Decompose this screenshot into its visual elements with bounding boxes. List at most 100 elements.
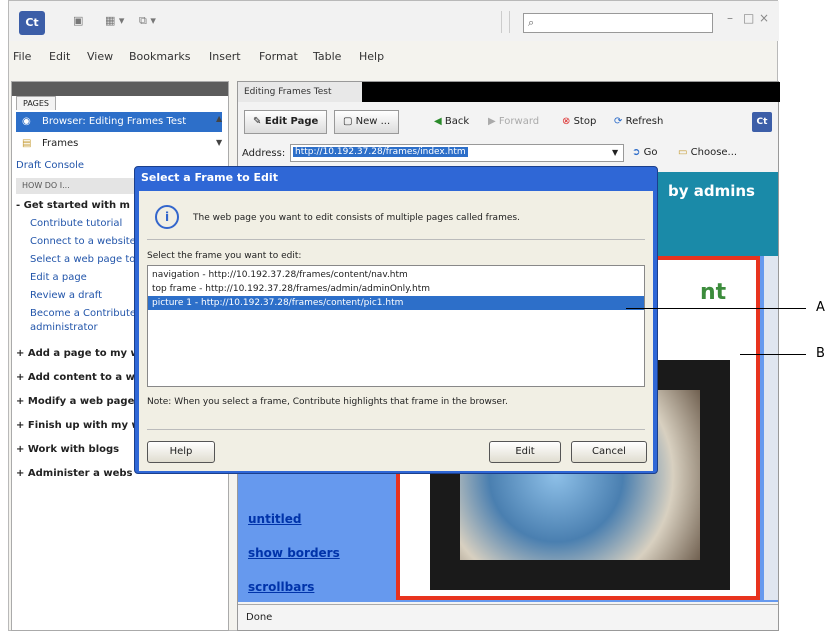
button-label: Choose... [690, 147, 738, 158]
cancel-button[interactable]: Cancel [571, 441, 647, 463]
divider [147, 429, 645, 430]
link-scrollbars[interactable]: scrollbars [248, 580, 314, 594]
frames-icon: ▤ [22, 138, 32, 149]
menu-bar: File Edit View Bookmarks Insert Format T… [9, 45, 779, 69]
section-label: Administer a webs [27, 468, 133, 479]
stop-button[interactable]: ⊗ Stop [562, 116, 596, 127]
page-item-label: Frames [42, 138, 79, 149]
button-label: Back [444, 116, 470, 127]
frame-list-item[interactable]: picture 1 - http://10.192.37.28/frames/c… [148, 296, 644, 310]
address-bar: Address: http://10.192.37.28/frames/inde… [238, 140, 780, 166]
info-icon: i [155, 205, 179, 229]
forward-button[interactable]: ▶ Forward [488, 116, 539, 127]
frame-list[interactable]: navigation - http://10.192.37.28/frames/… [147, 265, 645, 387]
callout-label-a: A [816, 300, 825, 315]
section-label: Finish up with my w [27, 420, 141, 431]
callout-line-b [740, 354, 806, 355]
dialog-message: The web page you want to edit consists o… [193, 213, 520, 223]
help-link[interactable]: Edit a page [30, 272, 87, 283]
frame-list-label: Select the frame you want to edit: [147, 251, 302, 261]
section-label: Work with blogs [27, 444, 120, 455]
help-button[interactable]: Help [147, 441, 215, 463]
menu-edit[interactable]: Edit [49, 50, 70, 63]
dialog-note: Note: When you select a frame, Contribut… [147, 397, 508, 407]
divider [501, 11, 502, 33]
dialog-body: i The web page you want to edit consists… [139, 191, 653, 471]
page-item-frames[interactable]: Frames [16, 134, 222, 154]
frame-list-item[interactable]: top frame - http://10.192.37.28/frames/a… [148, 282, 644, 296]
section-label: Get started with m [23, 200, 130, 211]
title-bar: Ct ▣ ▦ ▾ ⧉ ▾ ⌕ – □ × [9, 1, 779, 41]
menu-file[interactable]: File [13, 50, 31, 63]
link-untitled[interactable]: untitled [248, 512, 302, 526]
help-link[interactable]: Contribute tutorial [30, 218, 122, 229]
help-link[interactable]: Select a web page to [30, 254, 135, 265]
help-section[interactable]: + Add content to a w [16, 372, 135, 383]
maximize-icon[interactable]: □ [743, 11, 754, 25]
menu-table[interactable]: Table [313, 50, 341, 63]
contribute-logo: Ct [19, 11, 45, 35]
scroll-down-icon[interactable]: ▼ [216, 138, 222, 147]
chevron-down-icon[interactable]: ▼ [612, 148, 618, 157]
search-icon: ⌕ [528, 16, 535, 29]
get-started-section[interactable]: - Get started with m [16, 200, 130, 211]
frame-heading: nt [700, 280, 727, 305]
minimize-icon[interactable]: – [727, 11, 733, 25]
close-icon[interactable]: × [759, 11, 769, 25]
forward-arrow-icon: ▶ [488, 116, 496, 127]
new-button[interactable]: ▢ New ... [334, 110, 400, 134]
edit-page-button[interactable]: ✎ Edit Page [244, 110, 328, 134]
dialog-title: Select a Frame to Edit [141, 171, 278, 184]
address-value: http://10.192.37.28/frames/index.htm [293, 147, 468, 157]
menu-insert[interactable]: Insert [209, 50, 241, 63]
help-section[interactable]: + Add a page to my w [16, 348, 140, 359]
button-label: Stop [573, 116, 597, 127]
select-frame-dialog: Select a Frame to Edit i The web page yo… [134, 166, 658, 474]
refresh-icon: ⟳ [614, 116, 623, 127]
folder-icon: ▭ [678, 147, 688, 158]
help-section[interactable]: + Finish up with my w [16, 420, 141, 431]
button-label: New ... [355, 116, 391, 127]
search-input[interactable]: ⌕ [523, 13, 713, 33]
back-button[interactable]: ◀ Back [434, 116, 469, 127]
divider [147, 239, 645, 240]
screen-icon[interactable]: ⧉ ▾ [139, 14, 156, 30]
frame-list-item[interactable]: navigation - http://10.192.37.28/frames/… [148, 268, 644, 282]
callout-label-b: B [816, 346, 825, 361]
edit-button[interactable]: Edit [489, 441, 561, 463]
help-section[interactable]: + Administer a webs [16, 468, 132, 479]
page-item-browser[interactable]: Browser: Editing Frames Test [16, 112, 222, 132]
stop-icon: ⊗ [562, 116, 571, 127]
menu-help[interactable]: Help [359, 50, 384, 63]
refresh-button[interactable]: ⟳ Refresh [614, 116, 663, 127]
help-section[interactable]: + Work with blogs [16, 444, 119, 455]
help-link[interactable]: administrator [30, 322, 98, 333]
address-input[interactable]: http://10.192.37.28/frames/index.htm [290, 144, 624, 162]
tab-editing-frames-test[interactable]: Editing Frames Test [238, 82, 362, 102]
contribute-small-logo: Ct [752, 112, 772, 132]
section-label: Add content to a w [27, 372, 135, 383]
button-label: Refresh [625, 116, 664, 127]
scroll-up-icon[interactable]: ▲ [216, 114, 222, 123]
menu-format[interactable]: Format [259, 50, 298, 63]
go-button[interactable]: ➲ Go [632, 147, 657, 158]
status-bar: Done [238, 604, 778, 630]
view-icon[interactable]: ▦ ▾ [105, 14, 124, 30]
menu-bookmarks[interactable]: Bookmarks [129, 50, 190, 63]
draft-console-link[interactable]: Draft Console [16, 160, 84, 171]
menu-view[interactable]: View [87, 50, 113, 63]
button-label: Forward [498, 116, 540, 127]
help-section[interactable]: + Modify a web page [16, 396, 134, 407]
callout-line-a [626, 308, 806, 309]
section-label: Add a page to my w [27, 348, 140, 359]
link-show-borders[interactable]: show borders [248, 546, 340, 560]
help-link[interactable]: Connect to a website [30, 236, 136, 247]
help-link[interactable]: Become a Contribute [30, 308, 136, 319]
address-label: Address: [242, 148, 286, 159]
banner-text: by admins [668, 182, 755, 200]
pages-tab[interactable]: PAGES [16, 96, 56, 110]
go-icon: ➲ [632, 147, 641, 158]
choose-button[interactable]: ▭ Choose... [678, 147, 737, 158]
layout-icon[interactable]: ▣ [73, 14, 83, 30]
help-link[interactable]: Review a draft [30, 290, 102, 301]
